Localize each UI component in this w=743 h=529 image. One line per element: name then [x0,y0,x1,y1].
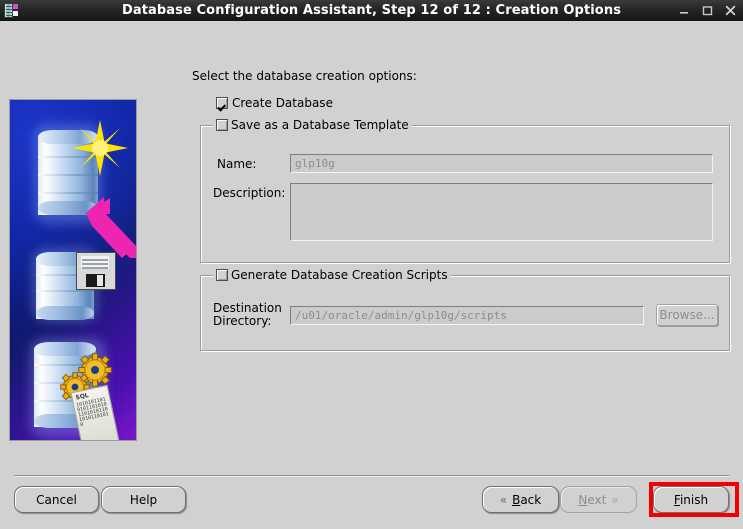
maximize-icon[interactable] [702,5,714,16]
cancel-button[interactable]: Cancel [14,486,99,513]
next-button[interactable]: Next » [560,486,637,513]
scripts-group-title[interactable]: Generate Database Creation Scripts [213,268,451,282]
template-name-input[interactable]: glp10g [290,154,713,173]
finish-button-highlight [649,482,739,517]
next-label: Next [578,492,607,507]
floppy-disk-icon [76,252,116,290]
help-button[interactable]: Help [101,486,186,513]
window-title: Database Configuration Assistant, Step 1… [121,3,622,18]
generate-scripts-label: Generate Database Creation Scripts [231,268,448,282]
generate-scripts-checkbox[interactable] [216,269,228,281]
dialog-content: SQL 101010110101011010101101010110101011… [0,21,743,529]
browse-button[interactable]: Browse... [656,304,718,326]
footer-separator [14,475,729,476]
template-description-label: Description: [213,186,286,200]
save-template-checkbox[interactable] [216,119,228,131]
database-creation-illustration: SQL 101010110101011010101101010110101011… [10,100,136,440]
template-description-input[interactable] [290,183,713,241]
close-icon[interactable] [725,5,737,16]
save-template-label: Save as a Database Template [231,118,409,132]
database-app-icon [4,3,18,18]
scroll-binary-text: 1010101101010110101011010101101010110101… [75,396,110,429]
chevron-right-icon: » [611,492,619,507]
instruction-text: Select the database creation options: [192,69,417,83]
sql-script-scroll: SQL 101010110101011010101101010110101011… [70,384,120,440]
template-group-title[interactable]: Save as a Database Template [213,118,412,132]
window-controls [679,0,737,21]
scripts-group: Generate Database Creation Scripts Desti… [200,268,730,351]
dialog-window: Database Configuration Assistant, Step 1… [0,0,743,529]
create-database-label: Create Database [232,96,333,110]
create-database-checkbox[interactable] [216,97,228,109]
template-name-label: Name: [217,157,257,171]
back-button[interactable]: « Back [482,486,559,513]
title-bar: Database Configuration Assistant, Step 1… [0,0,743,22]
magenta-arrow-icon [84,196,136,258]
minimize-icon[interactable] [679,5,691,16]
destination-directory-label: Destination Directory: [213,302,282,328]
chevron-left-icon: « [499,492,508,507]
destination-label-line2: Directory: [213,314,272,328]
sparkle-star-icon [72,120,128,176]
template-group: Save as a Database Template Name: glp10g… [200,118,730,263]
destination-directory-input[interactable]: /u01/oracle/admin/glp10g/scripts [290,306,644,325]
create-database-checkbox-row[interactable]: Create Database [216,96,333,110]
back-label: Back [512,492,542,507]
